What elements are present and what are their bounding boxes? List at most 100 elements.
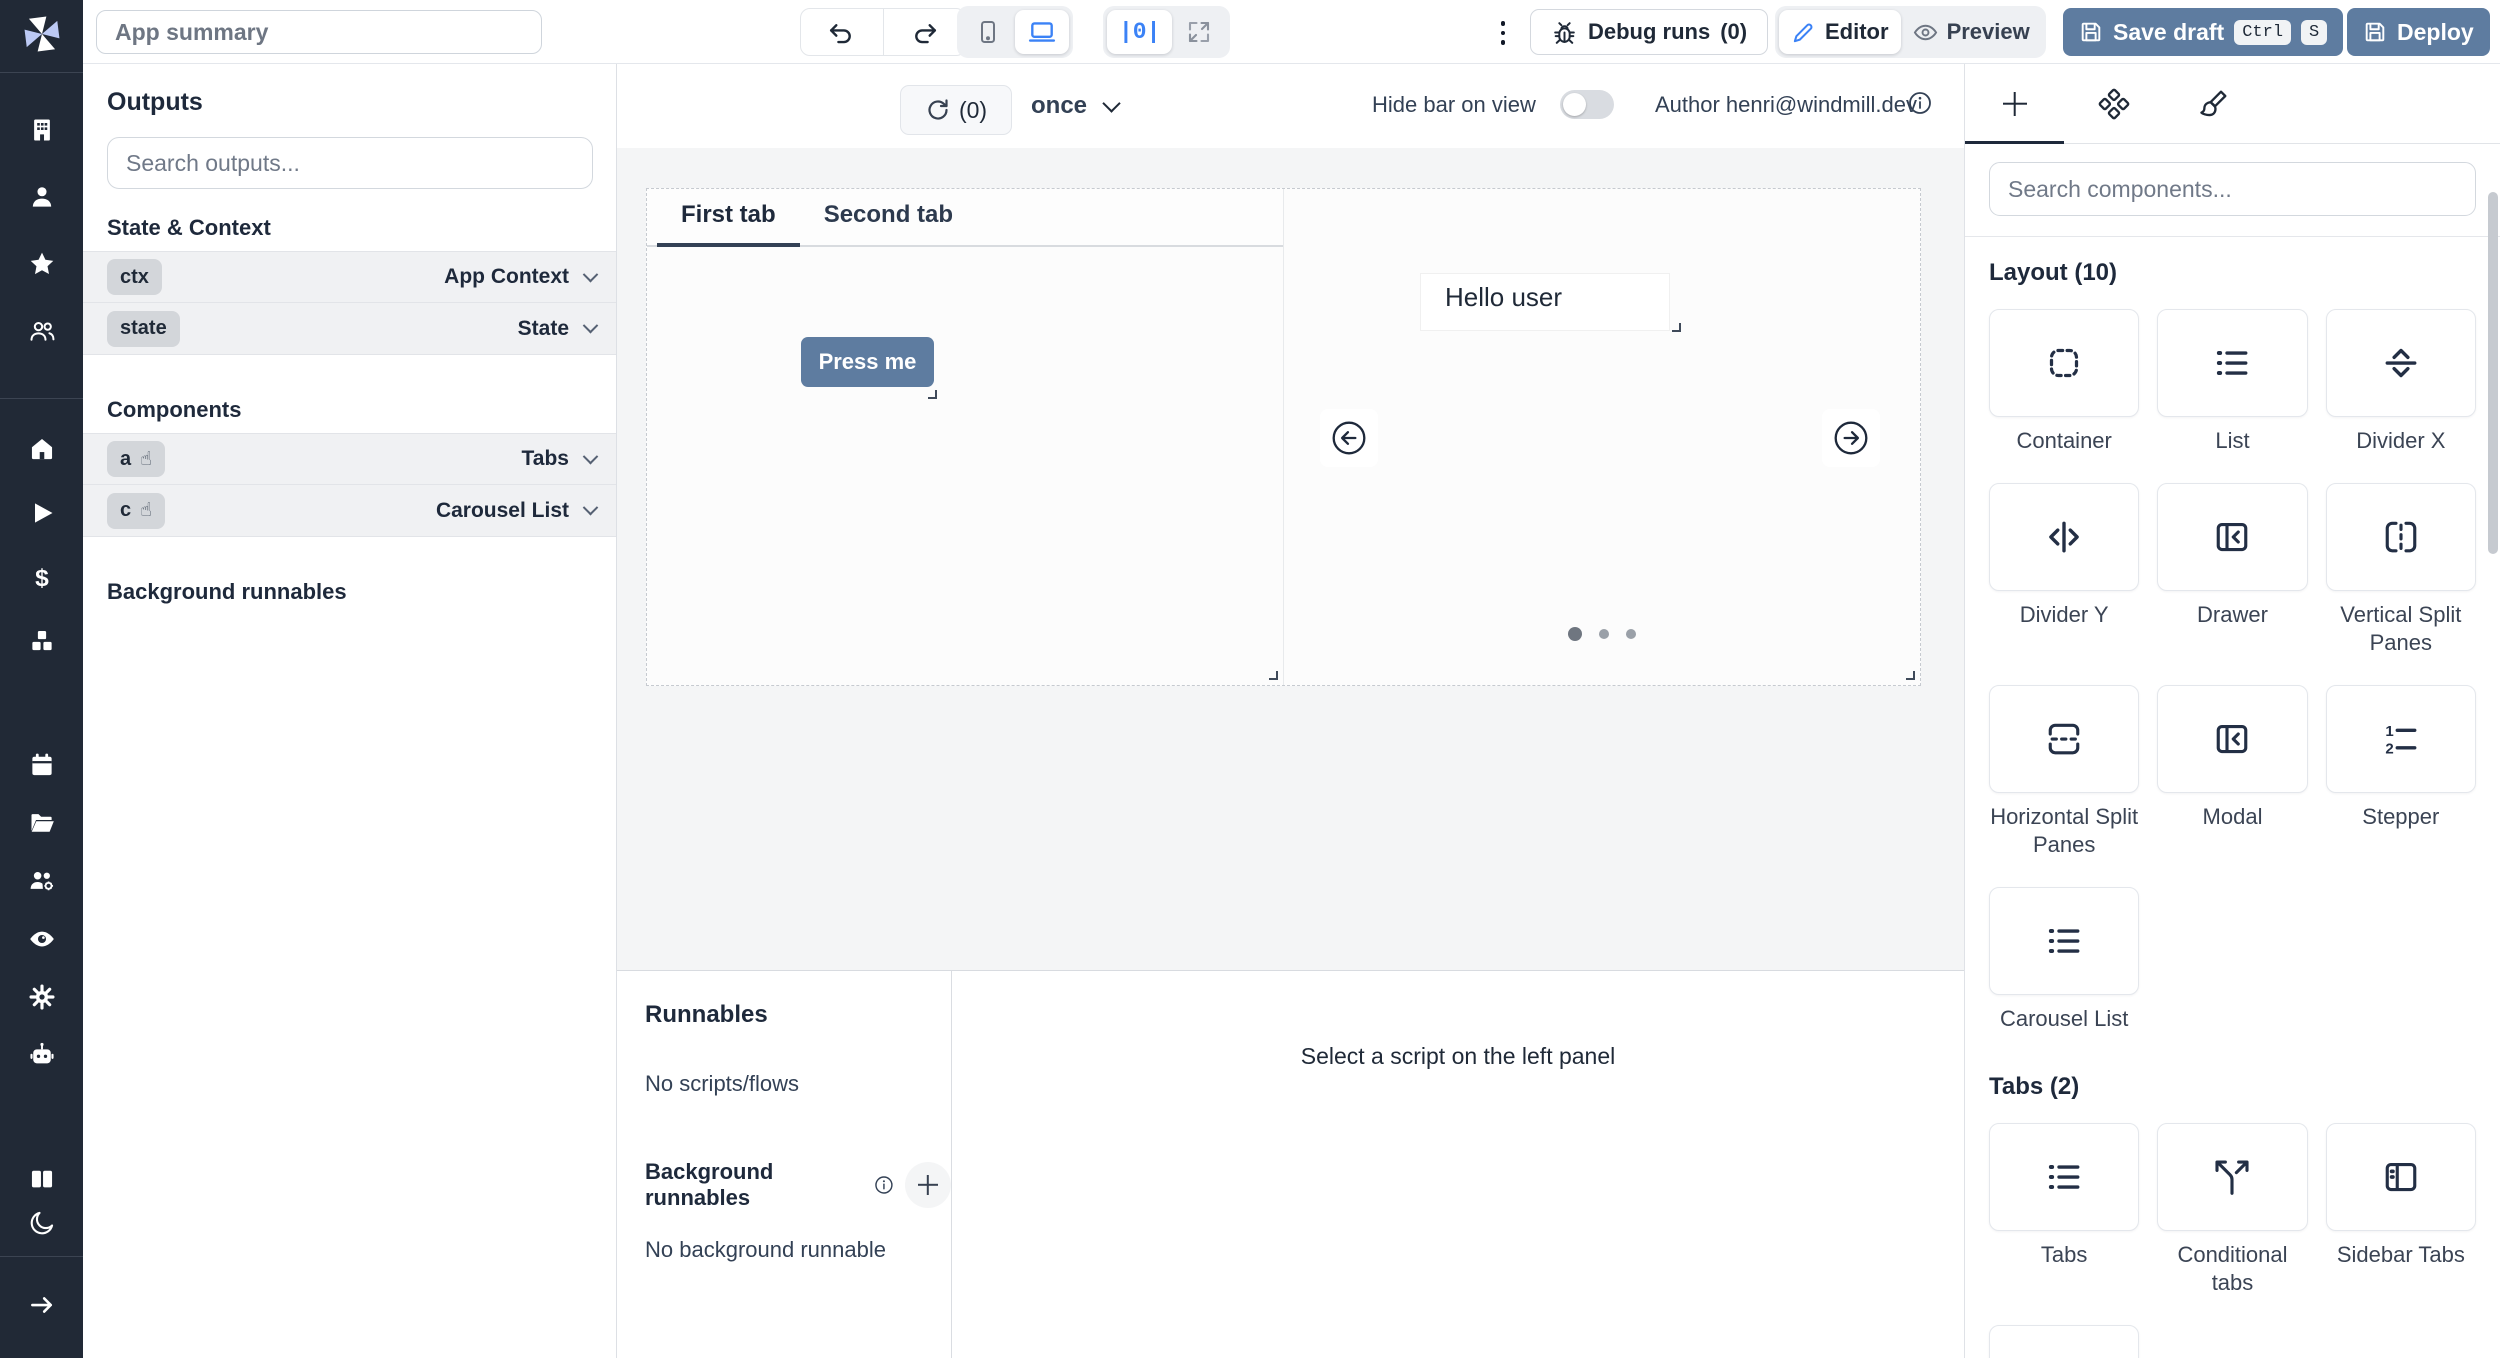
refresh-button[interactable]: (0) <box>900 85 1012 135</box>
component-card-stepper[interactable]: Stepper <box>2326 685 2476 859</box>
component-card-conditional-tabs[interactable]: Conditional tabs <box>2157 1123 2307 1297</box>
component-card-list[interactable]: List <box>2157 309 2307 455</box>
output-row-ctx[interactable]: ctx App Context <box>83 251 616 303</box>
component-c-badge: c ☝ <box>107 493 165 529</box>
component-card-sidebar-tabs[interactable]: Sidebar Tabs <box>2326 1123 2476 1297</box>
component-card-tabs[interactable]: Tabs <box>1989 1123 2139 1297</box>
windmill-logo-icon[interactable] <box>18 10 66 58</box>
robot-icon[interactable] <box>20 1038 64 1072</box>
debug-runs-count: (0) <box>1720 19 1747 45</box>
carousel-dot[interactable] <box>1626 629 1636 639</box>
carousel-dot[interactable] <box>1599 629 1609 639</box>
container-icon <box>2044 343 2084 383</box>
book-icon[interactable] <box>20 1162 64 1196</box>
save-draft-button[interactable]: Save draft Ctrl S <box>2063 8 2343 56</box>
component-card-divider-y[interactable]: Divider Y <box>1989 483 2139 657</box>
resize-handle[interactable] <box>1906 671 1915 680</box>
canvas-section: (0) once Hide bar on view Author henri@w… <box>617 64 1964 1358</box>
component-card-modal[interactable]: Modal <box>2157 685 2307 859</box>
carousel-next-button[interactable] <box>1822 409 1880 467</box>
app-canvas[interactable]: First tab Second tab Press me Hello user <box>646 188 1921 686</box>
component-card-vertical-split[interactable]: Vertical Split Panes <box>2326 483 2476 657</box>
users-gear-icon[interactable] <box>20 864 64 898</box>
component-a-id: a <box>120 448 131 471</box>
fullscreen-button[interactable] <box>1172 10 1226 54</box>
desktop-view-button[interactable] <box>1015 10 1069 54</box>
resize-handle[interactable] <box>928 390 937 399</box>
dollar-icon[interactable]: $ <box>20 560 64 594</box>
carousel-prev-button[interactable] <box>1320 409 1378 467</box>
component-a-label: Tabs <box>522 447 569 471</box>
eye-preview-icon <box>1913 20 1938 45</box>
boxes-icon[interactable] <box>20 624 64 658</box>
building-icon[interactable] <box>20 113 64 147</box>
debug-runs-label: Debug runs <box>1588 19 1710 45</box>
drawer-icon <box>2212 517 2252 557</box>
component-card-partial[interactable] <box>1989 1325 2139 1358</box>
editor-tab[interactable]: Editor <box>1779 10 1901 54</box>
gear-icon[interactable] <box>20 980 64 1014</box>
hide-bar-toggle[interactable] <box>1560 90 1614 119</box>
deploy-button[interactable]: Deploy <box>2347 8 2490 56</box>
tab-component-settings[interactable] <box>2064 64 2163 143</box>
more-menu-button[interactable] <box>1488 17 1518 49</box>
search-components-input[interactable] <box>1989 162 2476 216</box>
moon-icon[interactable] <box>20 1206 64 1240</box>
center-content-button[interactable]: |0| <box>1107 10 1172 54</box>
carousel-dot-active[interactable] <box>1568 627 1582 641</box>
arrow-right-circle-icon <box>1832 419 1870 457</box>
component-card-container[interactable]: Container <box>1989 309 2139 455</box>
tab-insert-component[interactable] <box>1965 64 2064 143</box>
refresh-mode-value: once <box>1031 92 1087 120</box>
resize-handle[interactable] <box>1672 323 1681 332</box>
arrow-right-icon[interactable] <box>20 1288 64 1322</box>
tab-theme-styling[interactable] <box>2163 64 2262 143</box>
component-card-divider-x[interactable]: Divider X <box>2326 309 2476 455</box>
output-row-component-a[interactable]: a ☝ Tabs <box>83 433 616 485</box>
users-icon[interactable] <box>20 314 64 348</box>
rail-divider <box>0 1256 83 1257</box>
undo-button[interactable] <box>801 9 884 55</box>
user-icon[interactable] <box>20 180 64 214</box>
tab-second[interactable]: Second tab <box>800 201 977 245</box>
expand-icon <box>1186 19 1212 45</box>
component-card-horizontal-split[interactable]: Horizontal Split Panes <box>1989 685 2139 859</box>
carousel-text-card[interactable]: Hello user <box>1420 273 1670 331</box>
refresh-mode-select[interactable]: once <box>1031 92 1118 120</box>
redo-button[interactable] <box>884 9 966 55</box>
star-icon[interactable] <box>20 247 64 281</box>
mobile-view-button[interactable] <box>961 10 1015 54</box>
add-background-runnable-button[interactable] <box>905 1162 951 1208</box>
background-runnables-row: Background runnables <box>645 1159 951 1211</box>
component-card-label: Stepper <box>2362 803 2439 831</box>
runnables-title: Runnables <box>645 1001 951 1029</box>
scrollbar-thumb[interactable] <box>2488 192 2498 554</box>
search-outputs-input[interactable] <box>107 137 593 189</box>
eye-icon[interactable] <box>20 922 64 956</box>
output-row-state[interactable]: state State <box>83 303 616 355</box>
home-icon[interactable] <box>20 432 64 466</box>
save-draft-label: Save draft <box>2113 19 2224 46</box>
play-icon[interactable] <box>20 496 64 530</box>
resize-handle[interactable] <box>1269 671 1278 680</box>
component-card-drawer[interactable]: Drawer <box>2157 483 2307 657</box>
modal-icon <box>2212 719 2252 759</box>
tabs-component[interactable]: First tab Second tab Press me <box>647 189 1284 685</box>
tab-first[interactable]: First tab <box>657 201 800 245</box>
tabs-section-title: Tabs (2) <box>1989 1073 2476 1101</box>
preview-tab[interactable]: Preview <box>1901 10 2042 54</box>
info-icon[interactable] <box>1907 90 1933 121</box>
debug-runs-button[interactable]: Debug runs (0) <box>1530 9 1768 55</box>
carousel-list-component[interactable]: Hello user <box>1284 189 1920 685</box>
hand-pointer-icon: ☝ <box>140 499 152 522</box>
calendar-icon[interactable] <box>20 748 64 782</box>
folder-icon[interactable] <box>20 806 64 840</box>
runnables-panel: Runnables No scripts/flows Background ru… <box>617 970 1964 1358</box>
press-me-button[interactable]: Press me <box>801 337 934 387</box>
app-summary-input[interactable] <box>96 10 542 54</box>
diamond-grid-icon <box>2098 88 2130 120</box>
output-row-component-c[interactable]: c ☝ Carousel List <box>83 485 616 537</box>
component-card-carousel-list[interactable]: Carousel List <box>1989 887 2139 1033</box>
bug-icon <box>1551 19 1578 46</box>
layout-section-title: Layout (10) <box>1989 259 2476 287</box>
